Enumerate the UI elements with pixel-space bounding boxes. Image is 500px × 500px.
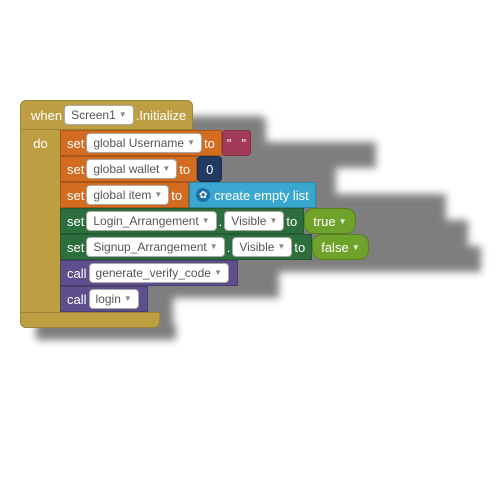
bool-value-block[interactable]: true▼ xyxy=(304,208,355,234)
procedure-dropdown[interactable]: login▼ xyxy=(89,289,139,309)
when-block-header[interactable]: when Screen1▼ .Initialize xyxy=(20,100,369,130)
component-dropdown[interactable]: Screen1▼ xyxy=(64,105,134,125)
property-dropdown[interactable]: Visible▼ xyxy=(224,211,284,231)
call-block[interactable]: call login▼ xyxy=(60,286,148,312)
var-dropdown[interactable]: global item▼ xyxy=(86,185,169,205)
string-value-block[interactable]: " " xyxy=(222,130,251,156)
set-component-block[interactable]: set Login_Arrangement▼ . Visible▼ to xyxy=(60,208,304,234)
call-login-row[interactable]: call login▼ xyxy=(20,286,369,312)
set-block[interactable]: set global item▼ to xyxy=(60,182,189,208)
create-empty-list-block[interactable]: ✿ create empty list xyxy=(189,182,316,208)
event-label: .Initialize xyxy=(136,108,187,123)
set-login-visible-row[interactable]: set Login_Arrangement▼ . Visible▼ to tru… xyxy=(20,208,369,234)
call-block[interactable]: call generate_verify_code▼ xyxy=(60,260,238,286)
set-global-wallet-row[interactable]: set global wallet▼ to 0 xyxy=(20,156,369,182)
set-global-username-row[interactable]: do set global Username▼ to " " xyxy=(20,130,369,156)
set-global-item-row[interactable]: set global item▼ to ✿ create empty list xyxy=(20,182,369,208)
set-block[interactable]: set global Username▼ to xyxy=(60,130,222,156)
component-dropdown[interactable]: Signup_Arrangement▼ xyxy=(86,237,224,257)
var-dropdown[interactable]: global wallet▼ xyxy=(86,159,177,179)
set-component-block[interactable]: set Signup_Arrangement▼ . Visible▼ to xyxy=(60,234,312,260)
bool-value-block[interactable]: false▼ xyxy=(312,234,368,260)
property-dropdown[interactable]: Visible▼ xyxy=(232,237,292,257)
component-dropdown[interactable]: Login_Arrangement▼ xyxy=(86,211,216,231)
gear-icon[interactable]: ✿ xyxy=(196,188,210,202)
procedure-dropdown[interactable]: generate_verify_code▼ xyxy=(89,263,229,283)
set-block[interactable]: set global wallet▼ to xyxy=(60,156,197,182)
do-label: do xyxy=(33,136,47,151)
when-label: when xyxy=(31,108,62,123)
set-signup-visible-row[interactable]: set Signup_Arrangement▼ . Visible▼ to fa… xyxy=(20,234,369,260)
var-dropdown[interactable]: global Username▼ xyxy=(86,133,202,153)
number-value-block[interactable]: 0 xyxy=(197,156,222,182)
when-block-footer xyxy=(20,312,369,328)
call-generate-verify-code-row[interactable]: call generate_verify_code▼ xyxy=(20,260,369,286)
